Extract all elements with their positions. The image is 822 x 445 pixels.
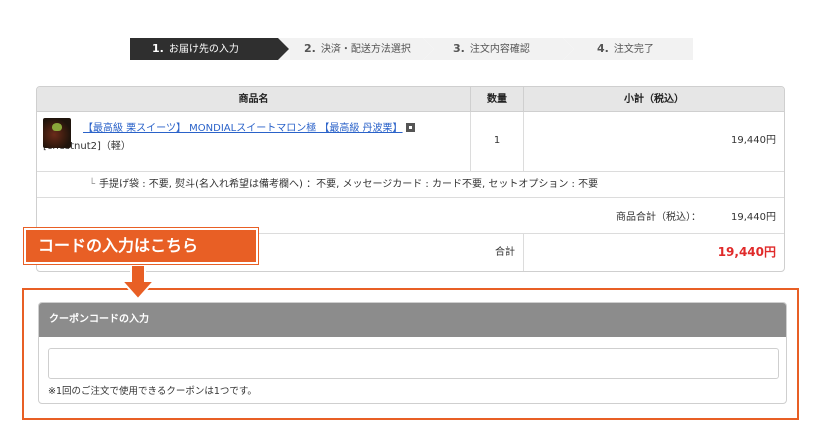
coupon-highlight-frame: クーポンコードの入力 ※1回のご注文で使用できるクーポンは1つです。 xyxy=(22,288,799,420)
coupon-code-input[interactable] xyxy=(48,348,779,379)
step-1: 1. お届け先の入力 xyxy=(130,38,289,60)
down-arrow-icon xyxy=(120,265,156,301)
coupon-note: ※1回のご注文で使用できるクーポンは1つです。 xyxy=(48,386,257,397)
step-2: 2. 決済・配送方法選択 xyxy=(278,38,434,60)
coupon-callout: コードの入力はこちら xyxy=(24,228,258,264)
product-thumbnail[interactable] xyxy=(43,118,71,148)
checkout-steps: 1. お届け先の入力 2. 決済・配送方法選択 3. 注文内容確認 4. 注文完了 xyxy=(130,38,693,60)
item-text: 【最高級 栗スイーツ】 MONDIALスイートマロン極 【最高級 丹波栗】[ch… xyxy=(43,120,464,156)
step-2-label: 決済・配送方法選択 xyxy=(320,44,411,55)
coupon-panel: クーポンコードの入力 ※1回のご注文で使用できるクーポンは1つです。 xyxy=(38,302,787,404)
step-3-label: 注文内容確認 xyxy=(469,44,530,55)
item-options: └ 手提げ袋 : 不要, 熨斗(名入れ希望は備考欄へ) ：不要, メッセージカード… xyxy=(37,172,784,198)
table-row: 【最高級 栗スイーツ】 MONDIALスイートマロン極 【最高級 丹波栗】[ch… xyxy=(37,112,784,172)
item-subtotal: 19,440円 xyxy=(523,112,784,171)
external-link-icon xyxy=(405,123,415,132)
step-4-label: 注文完了 xyxy=(613,44,654,55)
cart-header-row: 商品名 数量 小計（税込） xyxy=(37,87,784,112)
step-4-number: 4. xyxy=(597,42,609,55)
step-3-number: 3. xyxy=(453,42,465,55)
product-total-label: 商品合計（税込）： xyxy=(616,212,701,223)
grand-total-value: 19,440円 xyxy=(523,234,784,271)
item-name-cell: 【最高級 栗スイーツ】 MONDIALスイートマロン極 【最高級 丹波栗】[ch… xyxy=(37,112,470,171)
step-4: 4. 注文完了 xyxy=(563,38,693,60)
item-quantity: 1 xyxy=(470,112,523,171)
product-link[interactable]: 【最高級 栗スイーツ】 MONDIALスイートマロン極 【最高級 丹波栗】 xyxy=(83,123,403,134)
coupon-title: クーポンコードの入力 xyxy=(39,303,786,337)
header-product-name: 商品名 xyxy=(238,94,269,105)
branch-icon: └ xyxy=(89,179,96,190)
step-3: 3. 注文内容確認 xyxy=(423,38,574,60)
step-1-number: 1. xyxy=(152,42,164,55)
header-quantity: 数量 xyxy=(470,87,523,111)
step-2-number: 2. xyxy=(304,42,316,55)
product-total-value: 19,440円 xyxy=(731,212,776,223)
step-1-label: お届け先の入力 xyxy=(168,44,239,55)
item-options-text: 手提げ袋 : 不要, 熨斗(名入れ希望は備考欄へ) ：不要, メッセージカード … xyxy=(99,179,599,190)
header-subtotal: 小計（税込） xyxy=(523,87,784,111)
